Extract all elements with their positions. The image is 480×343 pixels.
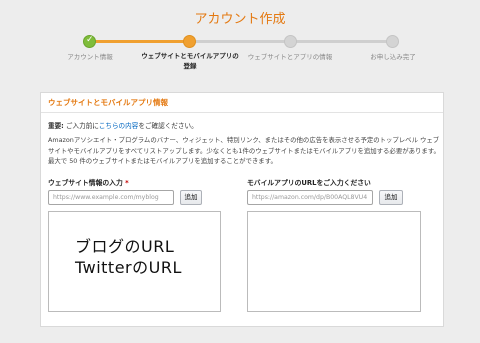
mobile-add-button[interactable]: 追加	[379, 190, 403, 205]
step-connector-3	[290, 40, 393, 43]
step-3-indicator	[284, 35, 297, 48]
notice-link[interactable]: こちらの内容	[99, 122, 139, 130]
description-text: Amazonアソシエイト・プログラムのバナー、ウィジェット、特別リンク、またはそ…	[48, 136, 440, 165]
website-add-button[interactable]: 追加	[180, 190, 202, 205]
website-field-label: ウェブサイト情報の入力 *	[48, 177, 129, 187]
step-connector-1	[90, 40, 190, 43]
notice-text-prefix: ご入力前に	[63, 122, 99, 130]
handwritten-note: ブログのURL TwitterのURL	[75, 236, 182, 278]
mobile-url-input[interactable]: https://amazon.com/dp/B00AQL8VU4	[247, 190, 373, 205]
required-mark: *	[125, 179, 129, 187]
website-list-box[interactable]: ブログのURL TwitterのURL	[48, 211, 221, 312]
step-1-done-indicator: ✓	[83, 35, 96, 48]
step-3-label: ウェブサイトとアプリの情報	[247, 53, 333, 61]
step-connector-2	[190, 40, 290, 43]
page-title: アカウント作成	[194, 12, 286, 27]
progress-stepper: ✓ アカウント情報 ウェブサイトとモバイルアプリの 登録 ウェブサイトとアプリの…	[0, 33, 480, 73]
step-1-label: アカウント情報	[67, 53, 113, 61]
website-url-input[interactable]: https://www.example.com/myblog	[48, 190, 174, 205]
card-title: ウェブサイトとモバイルアプリ情報	[41, 93, 443, 113]
step-4-label: お申し込み完了	[370, 53, 416, 61]
mobile-list-box[interactable]	[247, 211, 421, 312]
handwritten-line-blog: ブログのURL	[75, 237, 175, 256]
handwritten-line-twitter: TwitterのURL	[75, 258, 182, 277]
important-notice: 重要: ご入力前にこちらの内容をご確認ください。	[48, 120, 198, 130]
website-app-card: ウェブサイトとモバイルアプリ情報 重要: ご入力前にこちらの内容をご確認ください…	[40, 92, 444, 327]
notice-text-suffix: をご確認ください。	[138, 122, 198, 130]
notice-label: 重要:	[48, 122, 64, 130]
checkmark-icon: ✓	[86, 35, 94, 45]
website-label-text: ウェブサイト情報の入力	[48, 179, 123, 187]
mobile-field-label: モバイルアプリのURLをご入力ください	[247, 179, 371, 187]
step-2-label: ウェブサイトとモバイルアプリの 登録	[141, 52, 239, 70]
step-4-indicator	[386, 35, 399, 48]
step-2-current-indicator	[183, 35, 196, 48]
